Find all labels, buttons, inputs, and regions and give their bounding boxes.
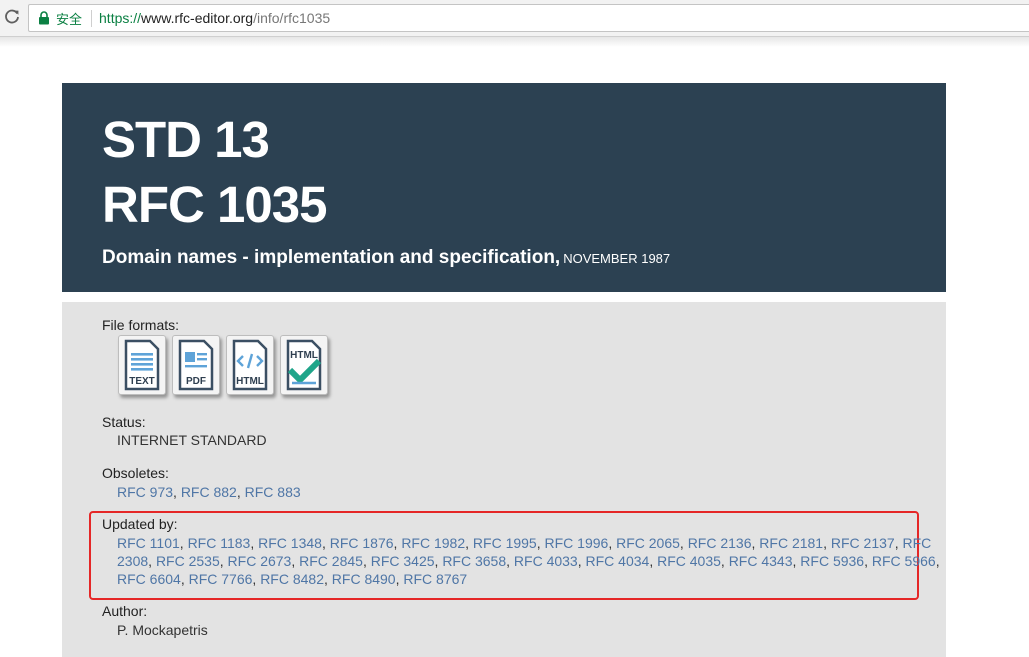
text-format-button[interactable]: TEXT [118,335,166,395]
obsoletes-list: RFC 973, RFC 882, RFC 883 [117,484,301,500]
obsoletes-link[interactable]: RFC 973 [117,484,173,500]
rfc-date: NOVEMBER 1987 [563,251,671,266]
updated-by-link[interactable]: RFC 3425 [371,553,435,569]
address-bar[interactable]: 安全 https://www.rfc-editor.org/info/rfc10… [28,4,1029,32]
rfc-header: STD 13 RFC 1035 Domain names - implement… [62,83,946,292]
std-number: STD 13 [102,111,270,168]
updated-by-link[interactable]: RFC 1982 [401,535,465,551]
updated-by-link[interactable]: RFC 4034 [586,553,650,569]
author-value: P. Mockapetris [117,622,208,638]
updated-by-link[interactable]: RFC 2136 [688,535,752,551]
obsoletes-link[interactable]: RFC 883 [245,484,301,500]
status-value: INTERNET STANDARD [117,432,267,448]
html-format-button[interactable]: HTML [226,335,274,395]
text-file-icon: TEXT [124,339,160,391]
html-checked-format-label: HTML [290,350,318,361]
rfc-info-panel: File formats: TEXT PDF HTML HTML Status:… [62,302,946,657]
lock-icon [39,11,49,25]
html-file-icon: HTML [232,339,268,391]
rfc-number: RFC 1035 [102,176,327,233]
reload-icon[interactable] [4,9,20,25]
updated-by-link[interactable]: RFC 1101 [117,535,180,551]
text-format-label: TEXT [129,376,155,387]
updated-by-link[interactable]: RFC 1995 [473,535,537,551]
updated-by-link[interactable]: 2308 [117,553,148,569]
updated-by-link[interactable]: RFC 5936 [800,553,864,569]
updated-by-link[interactable]: RFC 4343 [729,553,793,569]
updated-by-label: Updated by: [102,516,178,532]
updated-by-link[interactable]: RFC 2181 [759,535,823,551]
html-checked-format-button[interactable]: HTML [280,335,328,395]
secure-label[interactable]: 安全 [56,9,82,28]
updated-by-line: RFC 1101, RFC 1183, RFC 1348, RFC 1876, … [117,535,932,551]
updated-by-link[interactable]: RFC 7766 [189,571,253,587]
address-separator [91,9,93,27]
obsoletes-label: Obsoletes: [102,465,169,481]
updated-by-list: RFC 1101, RFC 1183, RFC 1348, RFC 1876, … [117,534,940,588]
updated-by-link[interactable]: RFC 5966 [872,553,936,569]
url-text[interactable]: https://www.rfc-editor.org/info/rfc1035 [99,10,330,26]
rfc-title-text: Domain names - implementation and specif… [102,247,561,268]
updated-by-link[interactable]: RFC 8767 [403,571,467,587]
pdf-format-button[interactable]: PDF [172,335,220,395]
pdf-format-label: PDF [186,376,206,387]
updated-by-link[interactable]: RFC 4035 [657,553,721,569]
rfc-title: Domain names - implementation and specif… [102,247,670,269]
updated-by-line: 2308, RFC 2535, RFC 2673, RFC 2845, RFC … [117,553,940,569]
updated-by-link[interactable]: RFC [902,535,931,551]
updated-by-link[interactable]: RFC 1348 [258,535,322,551]
toolbar-shadow [0,37,1029,47]
html-format-label: HTML [236,376,264,387]
updated-by-link[interactable]: RFC 1996 [545,535,609,551]
updated-by-link[interactable]: RFC 2845 [299,553,363,569]
updated-by-link[interactable]: RFC 1876 [330,535,394,551]
updated-by-link[interactable]: RFC 2535 [156,553,220,569]
updated-by-link[interactable]: RFC 6604 [117,571,181,587]
browser-toolbar: 安全 https://www.rfc-editor.org/info/rfc10… [0,0,1029,37]
url-scheme: https:// [99,10,142,26]
updated-by-link[interactable]: RFC 2065 [616,535,680,551]
updated-by-link[interactable]: RFC 2673 [228,553,292,569]
url-host: www.rfc-editor.org [141,10,254,26]
updated-by-link[interactable]: RFC 3658 [442,553,506,569]
file-formats-list: TEXT PDF HTML HTML [118,335,328,395]
updated-by-link[interactable]: RFC 2137 [831,535,895,551]
file-formats-label: File formats: [102,317,180,333]
updated-by-link[interactable]: RFC 4033 [514,553,578,569]
status-label: Status: [102,414,146,430]
updated-by-link[interactable]: RFC 1183 [188,535,251,551]
author-label: Author: [102,603,148,619]
obsoletes-link[interactable]: RFC 882 [181,484,237,500]
html-checked-file-icon: HTML [286,339,322,391]
updated-by-line: RFC 6604, RFC 7766, RFC 8482, RFC 8490, … [117,571,468,587]
url-path: /info/rfc1035 [253,10,331,26]
updated-by-link[interactable]: RFC 8490 [332,571,396,587]
updated-by-link[interactable]: RFC 8482 [260,571,324,587]
pdf-file-icon: PDF [178,339,214,391]
